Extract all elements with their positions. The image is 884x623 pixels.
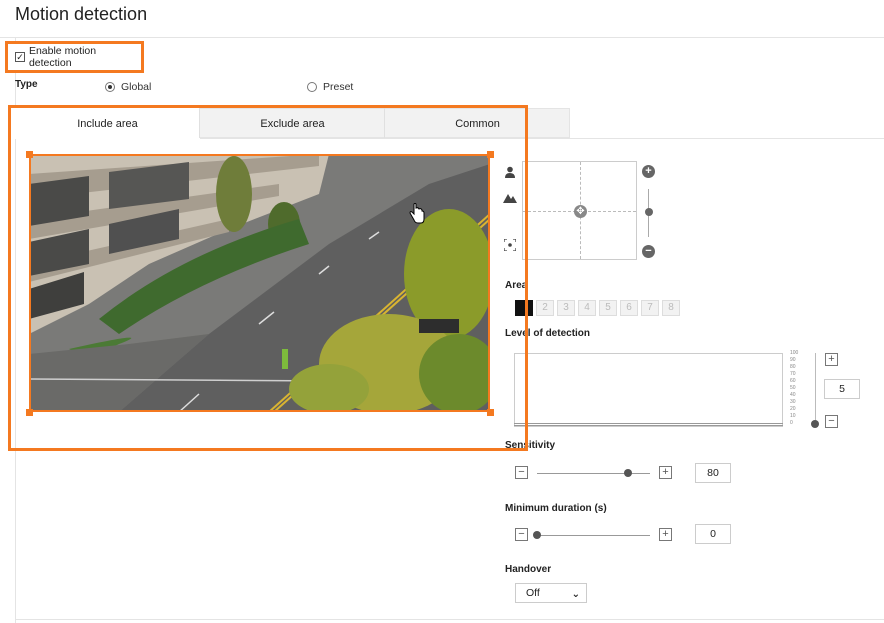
level-decrease-button[interactable]: − [825, 415, 838, 428]
level-slider-knob[interactable] [811, 420, 819, 428]
duration-decrease-button[interactable]: − [515, 528, 528, 541]
content-frame-bottom [15, 619, 884, 620]
area-cell-1[interactable]: 1 [515, 300, 533, 316]
region-handle[interactable] [487, 409, 494, 416]
y-tick-label: 80 [790, 364, 796, 370]
sensitivity-label: Sensitivity [505, 440, 556, 451]
y-tick-label: 90 [790, 357, 796, 363]
area-cell-8[interactable]: 8 [662, 300, 680, 316]
tab-common[interactable]: Common [385, 108, 570, 139]
detection-level-graph [514, 353, 783, 427]
handover-select[interactable]: Off ⌄ [515, 583, 587, 603]
area-cell-3[interactable]: 3 [557, 300, 575, 316]
level-value-field[interactable]: 5 [824, 379, 860, 399]
sensitivity-decrease-button[interactable]: − [515, 466, 528, 479]
area-cell-5[interactable]: 5 [599, 300, 617, 316]
handover-selected-value: Off [526, 587, 540, 599]
preset-radio[interactable] [307, 82, 317, 92]
enable-motion-detection-checkbox[interactable]: ✓ [15, 52, 25, 62]
preset-radio-label: Preset [323, 81, 354, 93]
y-tick-label: 40 [790, 392, 796, 398]
y-tick-label: 10 [790, 413, 796, 419]
region-handle[interactable] [26, 409, 33, 416]
enable-motion-detection-label: Enable motion detection [28, 45, 97, 69]
chevron-down-icon: ⌄ [571, 589, 580, 600]
area-cell-4[interactable]: 4 [578, 300, 596, 316]
global-radio-label: Global [121, 81, 152, 93]
y-tick-label: 100 [790, 350, 799, 356]
duration-value-field[interactable]: 0 [695, 524, 731, 544]
level-of-detection-label: Level of detection [505, 328, 591, 339]
sensitivity-slider-knob[interactable] [624, 469, 632, 477]
y-tick-label: 60 [790, 378, 796, 384]
hand-cursor-icon [409, 203, 425, 224]
region-handle[interactable] [487, 151, 494, 158]
zoom-out-button[interactable]: − [642, 245, 655, 258]
type-preset-option[interactable]: Preset [307, 81, 353, 93]
page-title: Motion detection [15, 4, 148, 24]
minimum-duration-label: Minimum duration (s) [505, 503, 607, 514]
focus-icon[interactable] [503, 238, 517, 252]
region-handle[interactable] [26, 151, 33, 158]
level-increase-button[interactable]: + [825, 353, 838, 366]
y-tick-label: 30 [790, 399, 796, 405]
mountain-icon[interactable] [503, 190, 517, 204]
sensitivity-value-field[interactable]: 80 [695, 463, 731, 483]
type-global-option[interactable]: Global [105, 81, 151, 93]
duration-slider-track[interactable] [537, 535, 650, 536]
area-label: Area [505, 280, 528, 291]
handover-label: Handover [505, 564, 552, 575]
include-area-region[interactable] [29, 154, 490, 412]
sensitivity-increase-button[interactable]: + [659, 466, 672, 479]
person-icon[interactable] [503, 165, 517, 179]
zoom-in-button[interactable]: + [642, 165, 655, 178]
level-slider-track[interactable] [815, 353, 816, 424]
area-cell-7[interactable]: 7 [641, 300, 659, 316]
y-tick-label: 20 [790, 406, 796, 412]
enable-motion-detection-option[interactable]: ✓ Enable motion detection [5, 41, 144, 73]
tab-exclude-area[interactable]: Exclude area [200, 108, 385, 139]
global-radio[interactable] [105, 82, 115, 92]
duration-increase-button[interactable]: + [659, 528, 672, 541]
ptz-control-pad[interactable]: ✥ [522, 161, 637, 260]
title-divider [0, 37, 884, 38]
duration-slider-knob[interactable] [533, 531, 541, 539]
area-cell-6[interactable]: 6 [620, 300, 638, 316]
sensitivity-slider-track[interactable] [537, 473, 650, 474]
y-tick-label: 0 [790, 420, 793, 426]
type-label: Type [15, 79, 38, 90]
y-tick-label: 50 [790, 385, 796, 391]
ptz-move-icon[interactable]: ✥ [574, 205, 587, 218]
y-tick-label: 70 [790, 371, 796, 377]
zoom-slider-knob[interactable] [645, 208, 653, 216]
area-cell-2[interactable]: 2 [536, 300, 554, 316]
tab-include-area[interactable]: Include area [15, 108, 200, 139]
detection-level-line [514, 423, 783, 426]
